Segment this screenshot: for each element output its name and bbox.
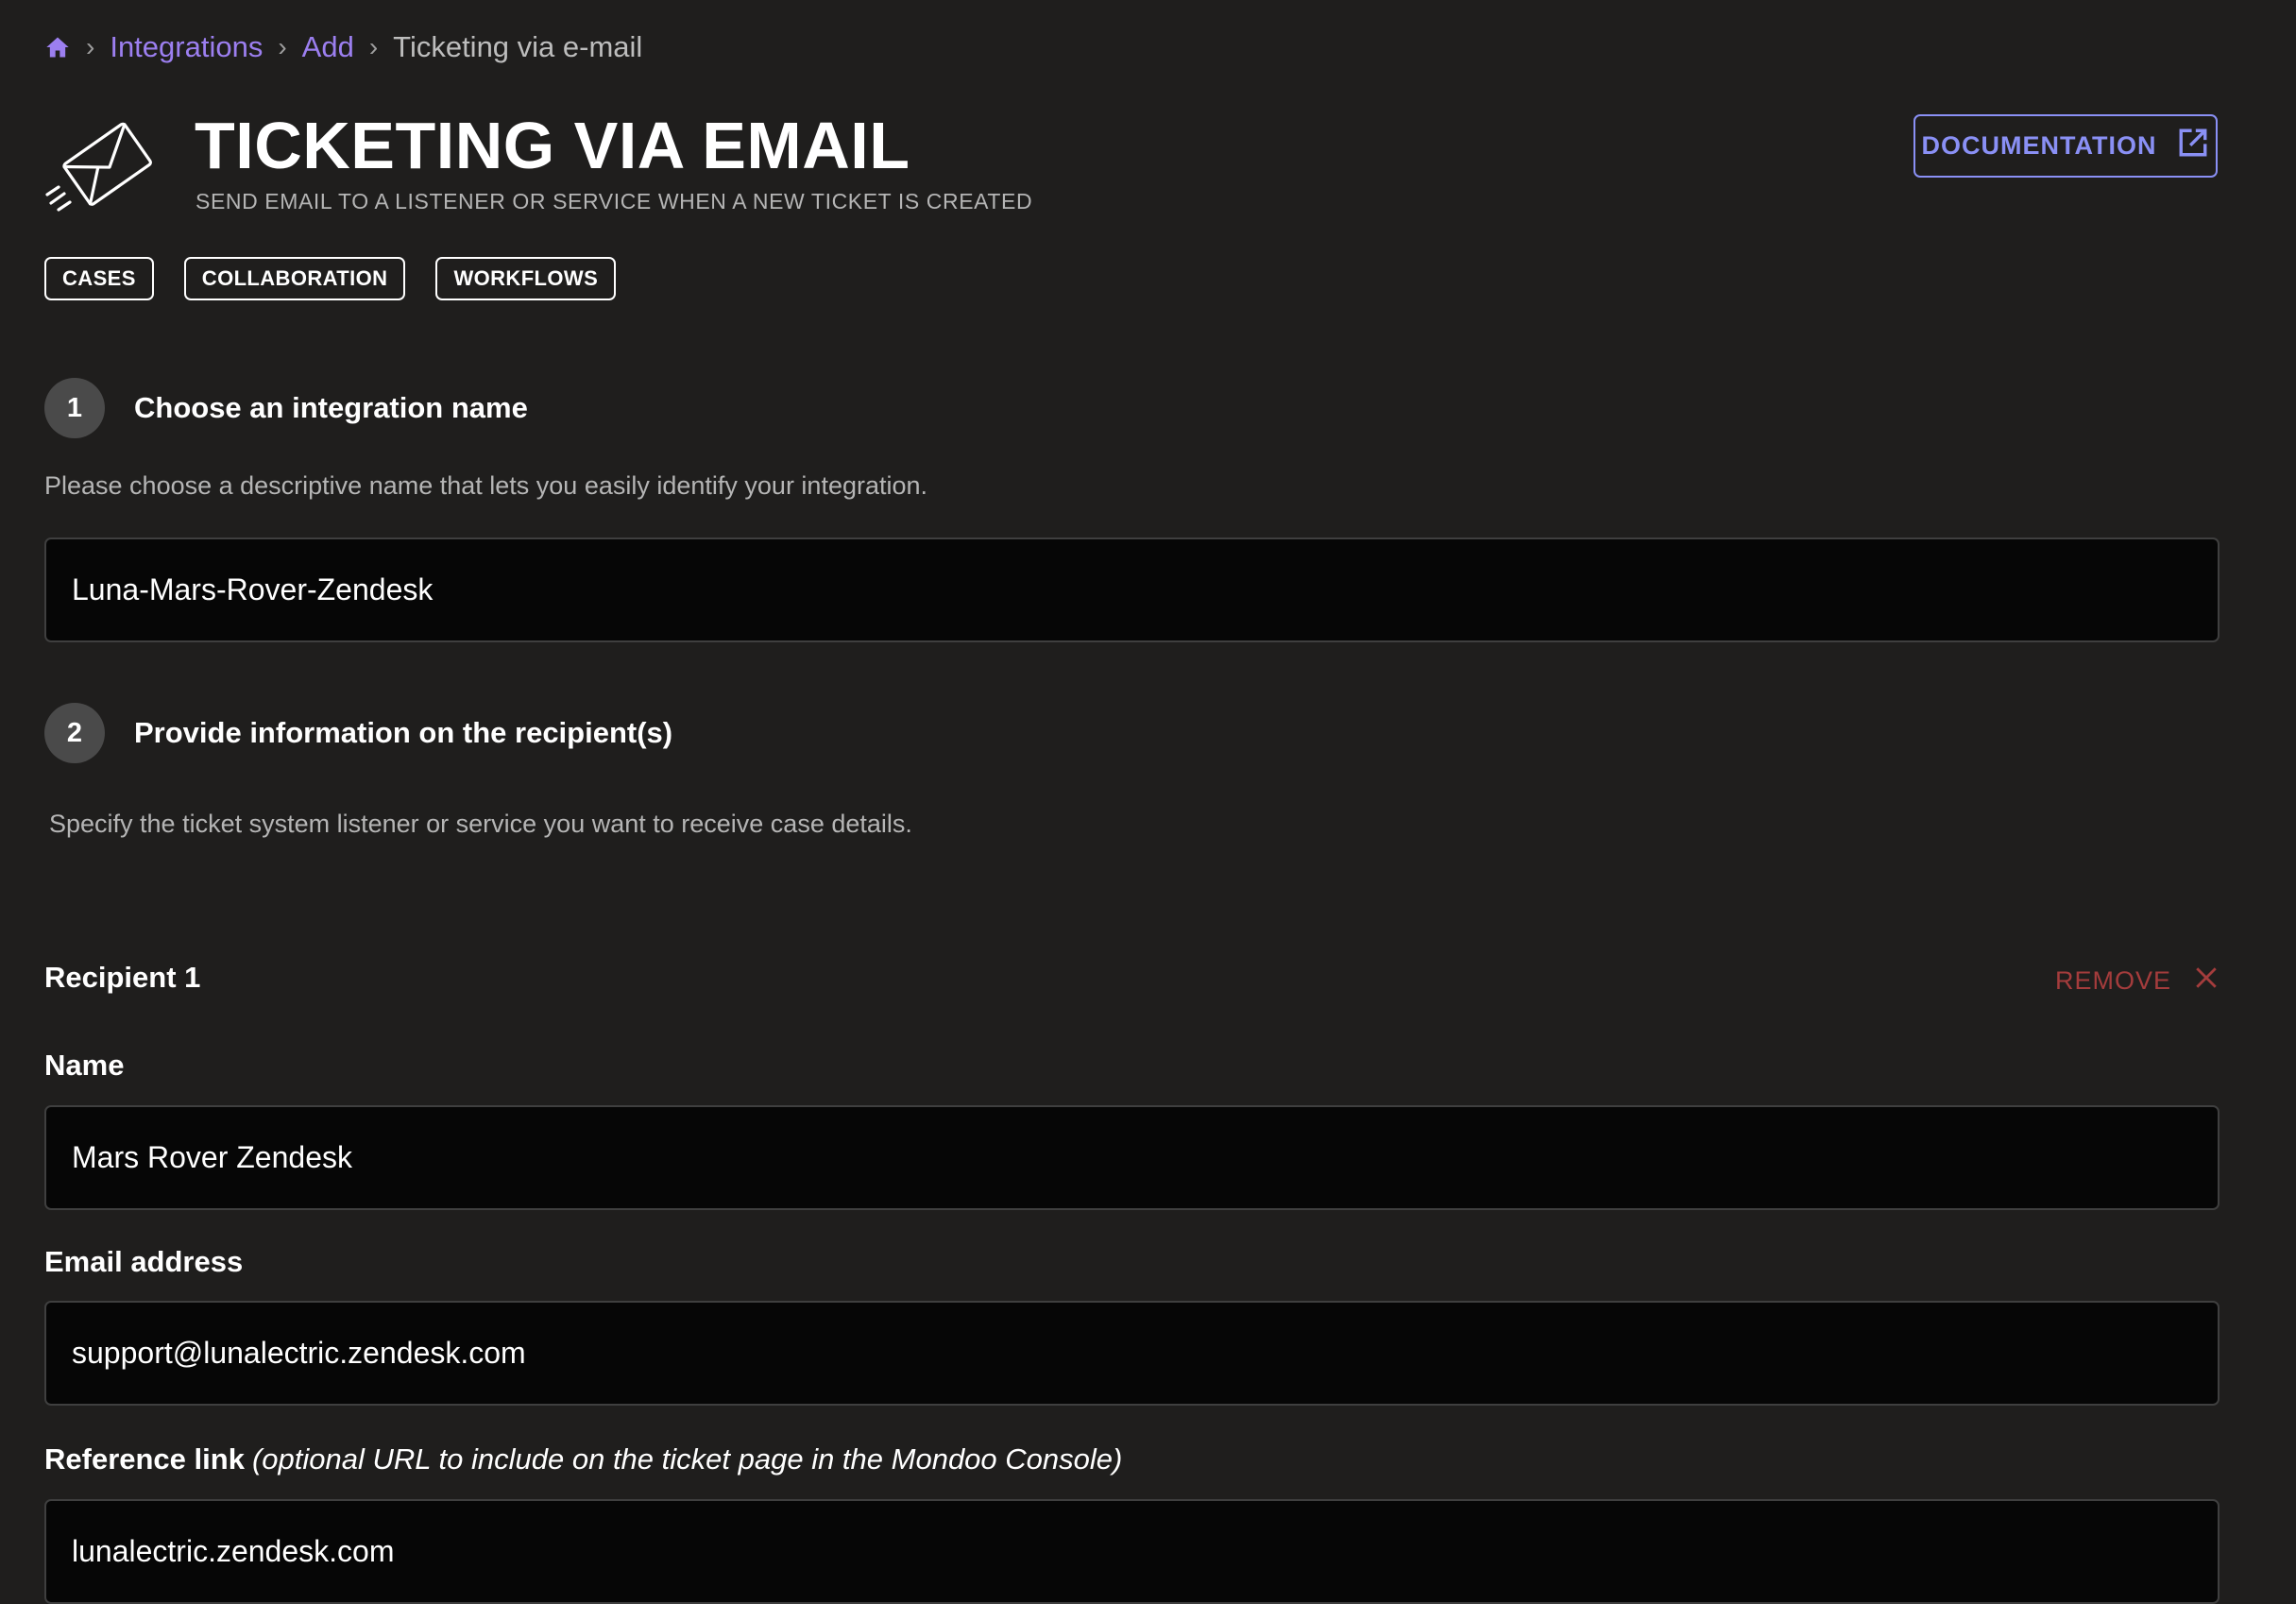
integration-name-value: Luna-Mars-Rover-Zendesk bbox=[72, 572, 434, 606]
breadcrumb-separator: › bbox=[278, 32, 287, 61]
close-icon bbox=[2194, 965, 2219, 997]
recipient-email-input[interactable]: support@lunalectric.zendesk.com bbox=[44, 1301, 2219, 1406]
recipient-name-input[interactable]: Mars Rover Zendesk bbox=[44, 1105, 2219, 1210]
step-number-badge: 1 bbox=[44, 378, 105, 438]
reference-link-value: lunalectric.zendesk.com bbox=[72, 1534, 395, 1568]
step-title: Provide information on the recipient(s) bbox=[134, 716, 673, 749]
breadcrumb-current: Ticketing via e-mail bbox=[393, 30, 643, 63]
breadcrumb-add[interactable]: Add bbox=[302, 30, 354, 64]
step-1-description: Please choose a descriptive name that le… bbox=[44, 471, 928, 500]
breadcrumb-integrations[interactable]: Integrations bbox=[110, 30, 263, 64]
reference-link-label: Reference link (optional URL to include o… bbox=[44, 1442, 1122, 1476]
reference-link-input[interactable]: lunalectric.zendesk.com bbox=[44, 1499, 2219, 1604]
step-number-badge: 2 bbox=[44, 703, 105, 763]
reference-link-hint: (optional URL to include on the ticket p… bbox=[251, 1442, 1123, 1476]
breadcrumb-separator: › bbox=[368, 32, 379, 61]
home-icon[interactable] bbox=[44, 34, 71, 60]
recipient-email-value: support@lunalectric.zendesk.com bbox=[72, 1336, 526, 1370]
remove-recipient-button[interactable]: REMOVE bbox=[2049, 958, 2224, 1003]
breadcrumb: › Integrations › Add › Ticketing via e-m… bbox=[44, 28, 642, 66]
recipient-name-value: Mars Rover Zendesk bbox=[72, 1140, 352, 1174]
integration-name-input[interactable]: Luna-Mars-Rover-Zendesk bbox=[44, 538, 2219, 642]
step-2-description: Specify the ticket system listener or se… bbox=[49, 810, 912, 838]
recipient-title: Recipient 1 bbox=[44, 961, 201, 994]
tag-cases: CASES bbox=[44, 257, 154, 300]
category-tags: CASES COLLABORATION WORKFLOWS bbox=[44, 257, 617, 300]
documentation-label: DOCUMENTATION bbox=[1921, 131, 2157, 160]
step-1-header: 1 Choose an integration name bbox=[44, 378, 528, 438]
email-label: Email address bbox=[44, 1245, 244, 1278]
documentation-button[interactable]: DOCUMENTATION bbox=[1913, 114, 2218, 178]
page-title: TICKETING VIA EMAIL bbox=[195, 109, 910, 182]
step-2-header: 2 Provide information on the recipient(s… bbox=[44, 703, 672, 763]
breadcrumb-separator: › bbox=[86, 32, 95, 61]
name-label: Name bbox=[44, 1049, 125, 1082]
tag-collaboration: COLLABORATION bbox=[183, 257, 406, 300]
remove-label: REMOVE bbox=[2055, 965, 2172, 995]
step-title: Choose an integration name bbox=[134, 391, 528, 424]
page-subtitle: SEND EMAIL TO A LISTENER OR SERVICE WHEN… bbox=[196, 189, 1033, 213]
external-link-icon bbox=[2177, 127, 2209, 165]
envelope-send-icon bbox=[42, 121, 155, 212]
reference-link-label-text: Reference link bbox=[44, 1442, 245, 1476]
tag-workflows: WORKFLOWS bbox=[435, 257, 617, 300]
